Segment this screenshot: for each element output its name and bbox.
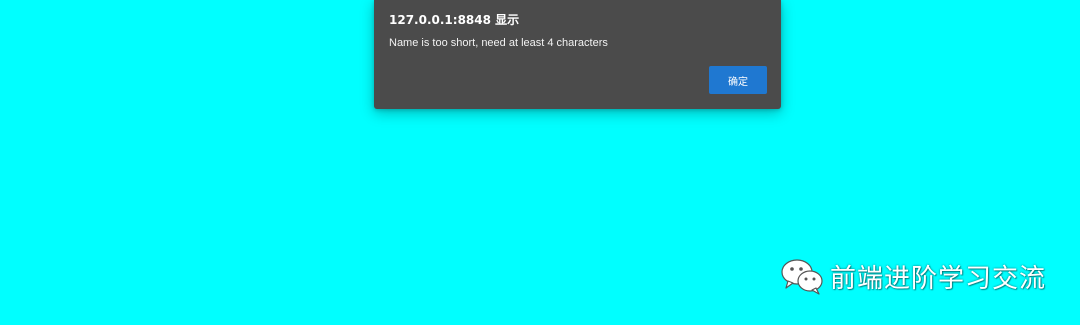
page-background: 127.0.0.1:8848 显示 Name is too short, nee… [0,0,1080,325]
alert-dialog: 127.0.0.1:8848 显示 Name is too short, nee… [374,0,781,109]
ok-button[interactable]: 确定 [709,66,767,94]
watermark-text: 前端进阶学习交流 [830,263,1047,294]
alert-title: 127.0.0.1:8848 显示 [389,13,520,27]
wechat-icon [781,259,823,295]
alert-message: Name is too short, need at least 4 chara… [389,37,608,49]
watermark: 前端进阶学习交流 [780,255,1046,297]
